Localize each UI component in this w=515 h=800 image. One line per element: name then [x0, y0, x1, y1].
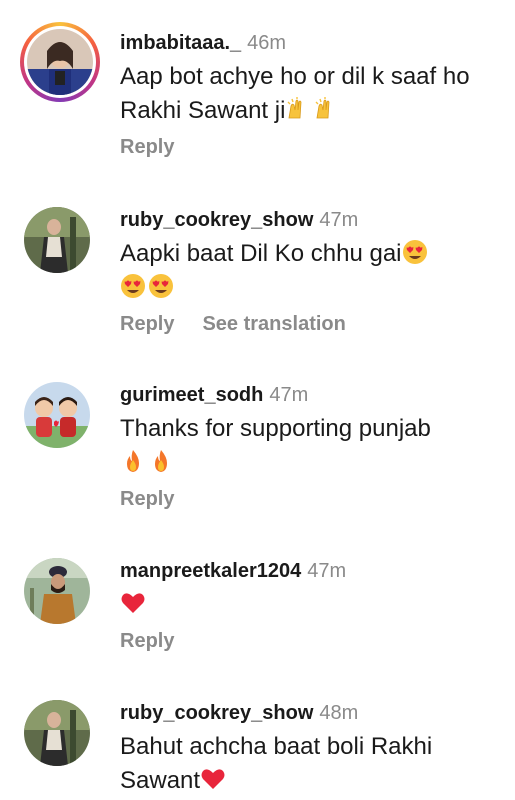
comment-text: Aap bot achye ho or dil k saaf ho Rakhi … [120, 63, 470, 124]
avatar[interactable] [24, 700, 90, 766]
heart-eyes-icon [402, 239, 428, 265]
comment-text: Thanks for supporting punjab [120, 412, 495, 480]
comment-timestamp: 47m [307, 560, 347, 582]
heart-eyes-icon [120, 273, 146, 299]
raising-hands-icon [313, 96, 339, 122]
avatar[interactable] [24, 558, 90, 624]
comment-username[interactable]: ruby_cookrey_show [120, 209, 313, 231]
avatar[interactable] [24, 382, 90, 448]
comment-username[interactable]: imbabitaaa._ [120, 32, 241, 54]
reply-button[interactable]: Reply [120, 313, 174, 335]
comment-username[interactable]: manpreetkaler1204 [120, 560, 301, 582]
see-translation-button[interactable]: See translation [202, 313, 345, 335]
comment-timestamp: 46m [247, 32, 287, 54]
avatar[interactable] [24, 207, 90, 273]
heart-eyes-icon [148, 273, 174, 299]
red-heart-icon [120, 590, 146, 616]
reply-button[interactable]: Reply [120, 488, 174, 510]
comment-username[interactable]: ruby_cookrey_show [120, 702, 313, 724]
fire-icon [148, 448, 174, 474]
comment-text [120, 588, 495, 622]
avatar[interactable] [20, 22, 100, 102]
reply-button[interactable]: Reply [120, 136, 174, 158]
red-heart-icon [200, 766, 226, 792]
comment-text: Bahut achcha baat boli Rakhi Sawant [120, 733, 433, 794]
raising-hands-icon [285, 96, 311, 122]
comment-timestamp: 48m [319, 702, 359, 724]
reply-button[interactable]: Reply [120, 630, 174, 652]
comment-timestamp: 47m [269, 384, 309, 406]
comment-username[interactable]: gurimeet_sodh [120, 384, 263, 406]
comment-timestamp: 47m [319, 209, 359, 231]
fire-icon [120, 448, 146, 474]
comment-text: Aapki baat Dil Ko chhu gai [120, 237, 495, 305]
